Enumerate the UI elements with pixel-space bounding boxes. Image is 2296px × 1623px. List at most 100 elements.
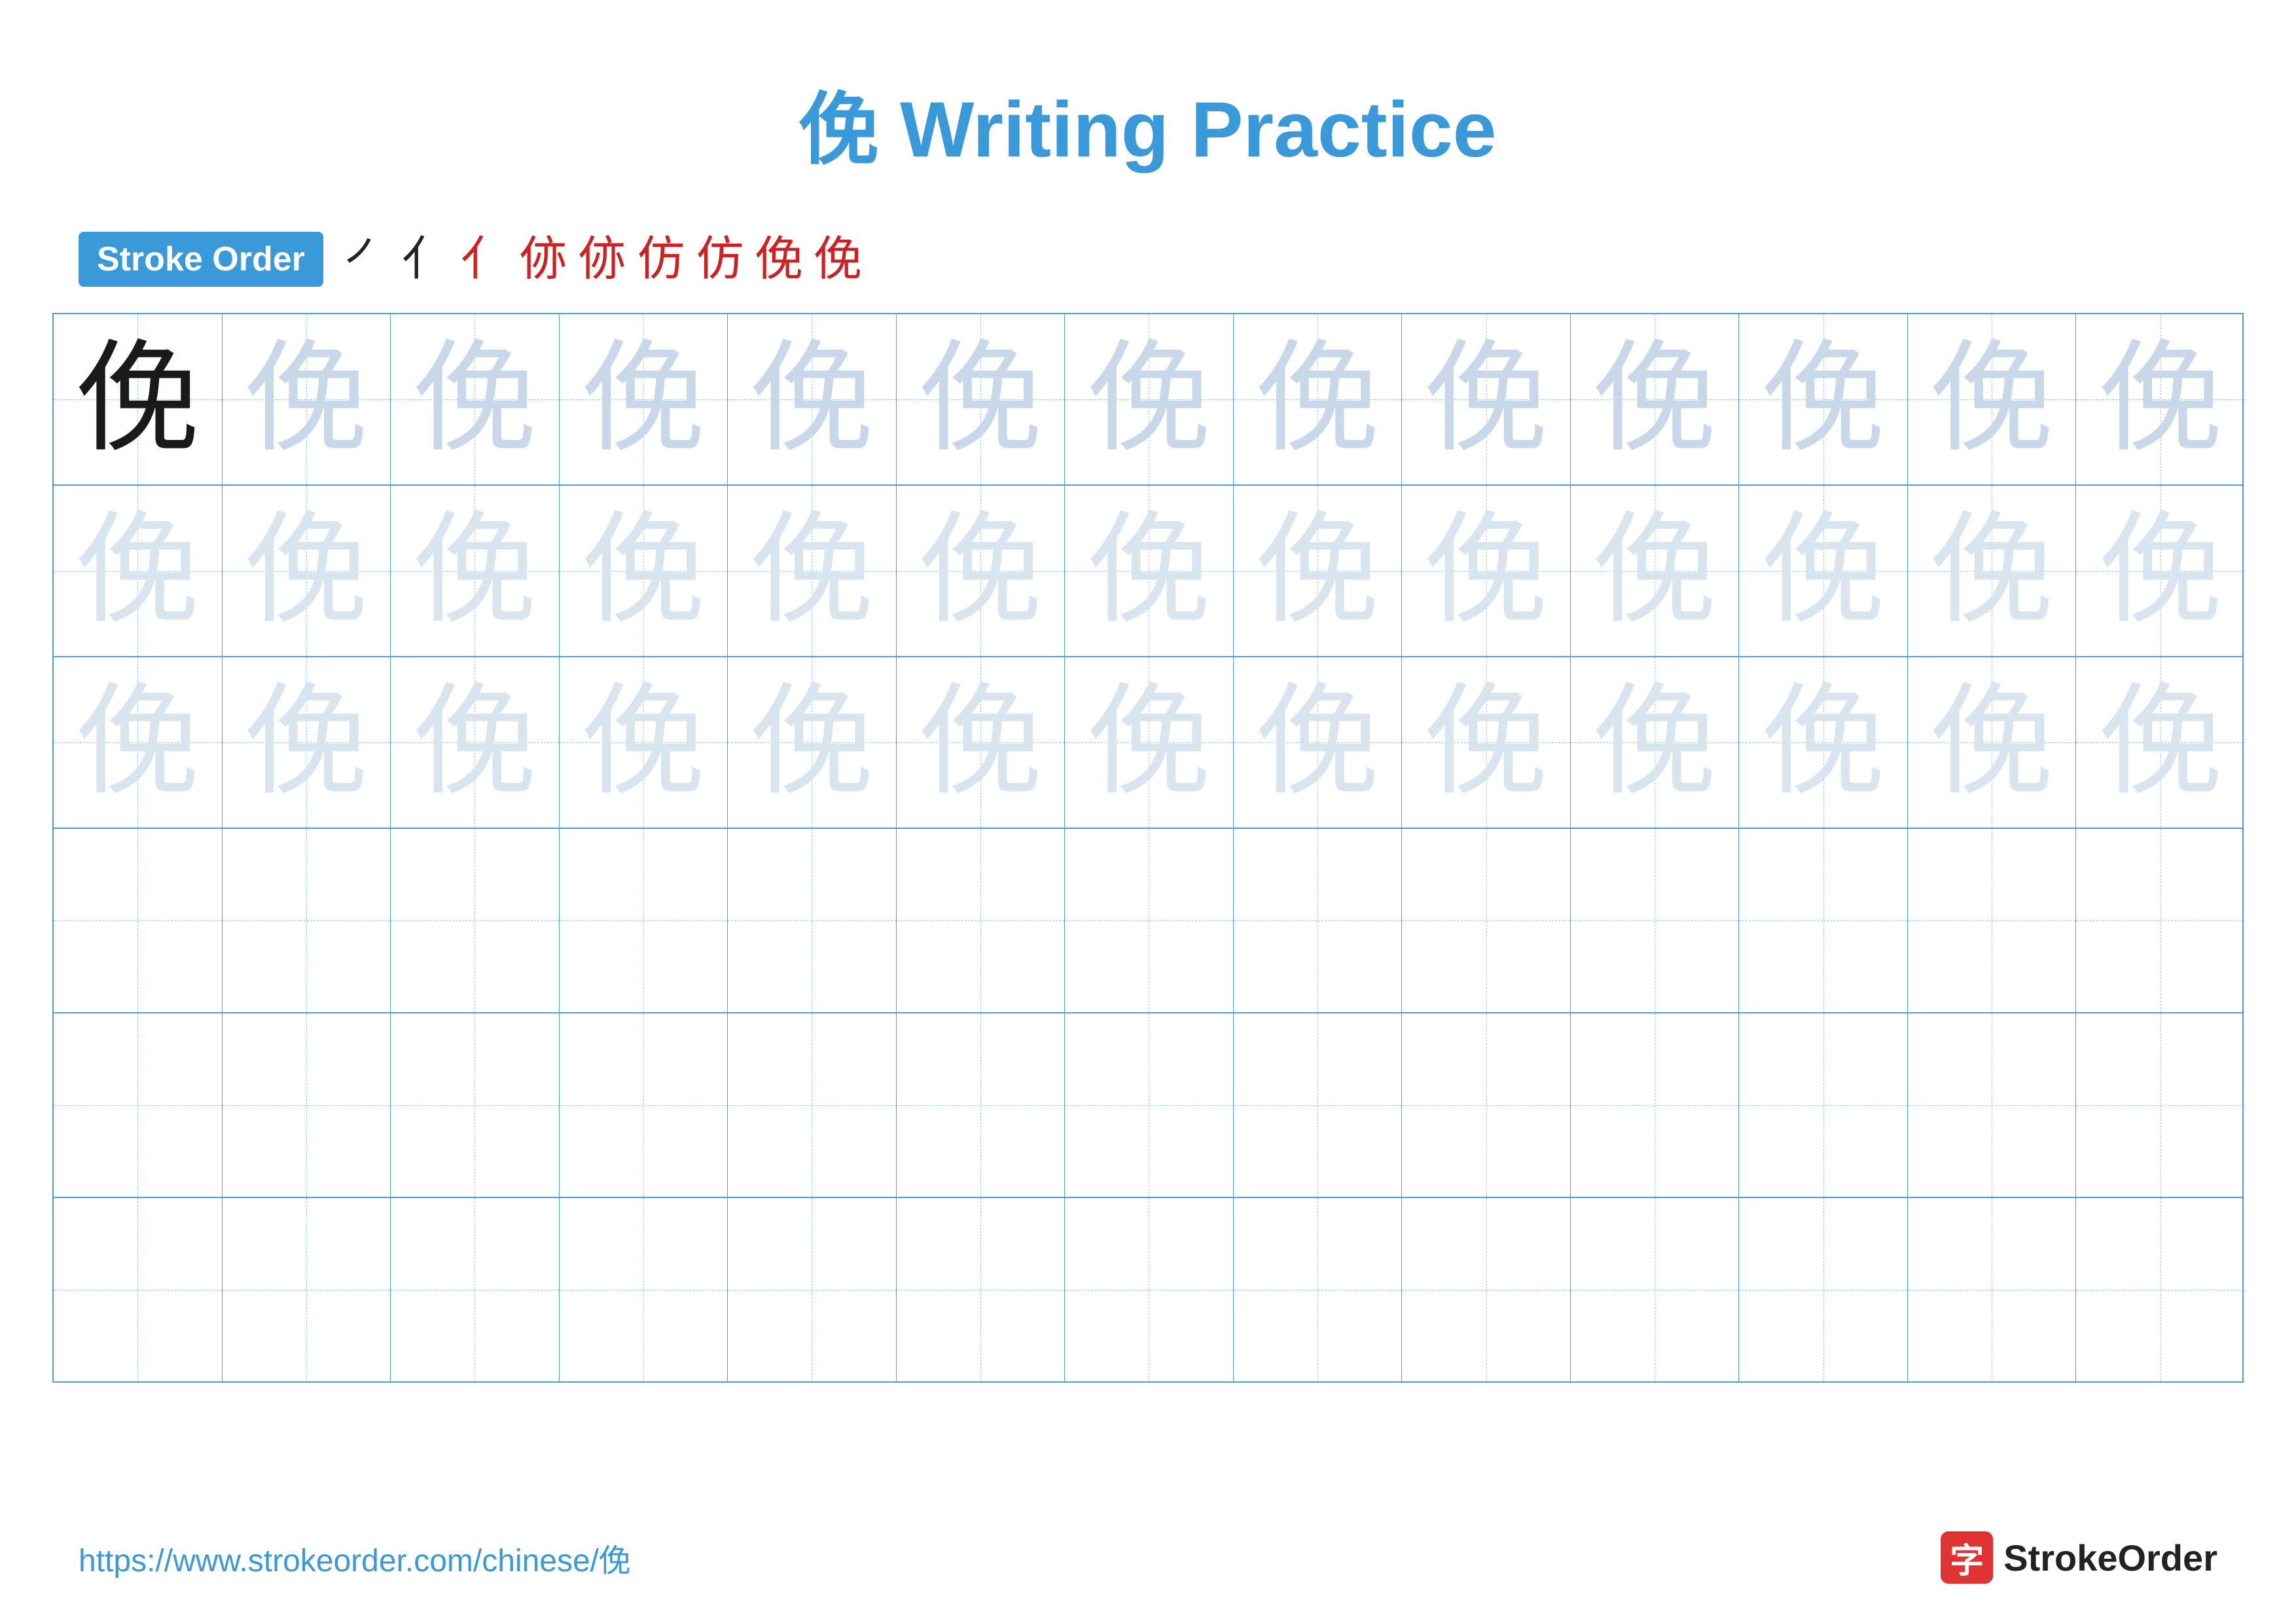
cell-1-5: 俛 <box>728 314 897 484</box>
cell-6-13[interactable] <box>2076 1198 2245 1381</box>
cell-4-2[interactable] <box>223 829 391 1012</box>
title-english: Writing Practice <box>878 86 1497 173</box>
cell-4-9[interactable] <box>1402 829 1571 1012</box>
cell-3-13: 俛 <box>2076 657 2245 828</box>
cell-1-4: 俛 <box>560 314 728 484</box>
cell-2-1: 俛 <box>54 486 223 656</box>
cell-6-10[interactable] <box>1571 1198 1740 1381</box>
cell-6-6[interactable] <box>897 1198 1066 1381</box>
stroke-7: 仿 <box>696 236 744 283</box>
logo-icon: 字 <box>1941 1531 1993 1584</box>
cell-2-9: 俛 <box>1402 486 1571 656</box>
footer-logo: 字 StrokeOrder <box>1941 1531 2217 1584</box>
cell-4-13[interactable] <box>2076 829 2245 1012</box>
cell-3-8: 俛 <box>1234 657 1403 828</box>
grid-row-4 <box>54 829 2242 1013</box>
cell-4-8[interactable] <box>1234 829 1403 1012</box>
cell-1-11: 俛 <box>1739 314 1908 484</box>
stroke-5: 㑊 <box>579 236 626 283</box>
cell-5-10[interactable] <box>1571 1013 1740 1197</box>
cell-4-5[interactable] <box>728 829 897 1012</box>
cell-4-7[interactable] <box>1065 829 1234 1012</box>
cell-1-2: 俛 <box>223 314 391 484</box>
cell-1-6: 俛 <box>897 314 1066 484</box>
cell-2-13: 俛 <box>2076 486 2245 656</box>
cell-5-11[interactable] <box>1739 1013 1908 1197</box>
stroke-sequence: ㇒ 亻 亻 㑊 㑊 仿 仿 俛 俛 <box>343 236 861 283</box>
cell-2-12: 俛 <box>1908 486 2077 656</box>
cell-6-8[interactable] <box>1234 1198 1403 1381</box>
cell-6-1[interactable] <box>54 1198 223 1381</box>
cell-4-6[interactable] <box>897 829 1066 1012</box>
cell-4-12[interactable] <box>1908 829 2077 1012</box>
cell-1-12: 俛 <box>1908 314 2077 484</box>
cell-6-7[interactable] <box>1065 1198 1234 1381</box>
stroke-6: 仿 <box>637 236 685 283</box>
cell-1-10: 俛 <box>1571 314 1740 484</box>
cell-3-9: 俛 <box>1402 657 1571 828</box>
stroke-4: 㑊 <box>520 236 567 283</box>
stroke-3: 亻 <box>461 236 508 283</box>
cell-1-9: 俛 <box>1402 314 1571 484</box>
cell-6-5[interactable] <box>728 1198 897 1381</box>
cell-6-9[interactable] <box>1402 1198 1571 1381</box>
stroke-2: 亻 <box>402 236 449 283</box>
logo-text: StrokeOrder <box>2003 1537 2217 1579</box>
cell-4-11[interactable] <box>1739 829 1908 1012</box>
page-title: 俛 Writing Practice <box>0 0 2296 219</box>
grid-row-6 <box>54 1198 2242 1381</box>
cell-5-4[interactable] <box>560 1013 728 1197</box>
cell-6-11[interactable] <box>1739 1198 1908 1381</box>
cell-3-10: 俛 <box>1571 657 1740 828</box>
stroke-1: ㇒ <box>343 236 390 283</box>
cell-6-2[interactable] <box>223 1198 391 1381</box>
cell-2-8: 俛 <box>1234 486 1403 656</box>
cell-2-10: 俛 <box>1571 486 1740 656</box>
title-chinese: 俛 <box>800 86 878 173</box>
cell-1-13: 俛 <box>2076 314 2245 484</box>
stroke-order-row: Stroke Order ㇒ 亻 亻 㑊 㑊 仿 仿 俛 俛 <box>0 219 2296 313</box>
grid-row-5 <box>54 1013 2242 1198</box>
grid-row-1: 俛 俛 俛 俛 俛 俛 俛 俛 俛 俛 俛 俛 俛 <box>54 314 2242 486</box>
cell-1-8: 俛 <box>1234 314 1403 484</box>
cell-5-5[interactable] <box>728 1013 897 1197</box>
cell-5-2[interactable] <box>223 1013 391 1197</box>
cell-4-3[interactable] <box>391 829 560 1012</box>
cell-3-4: 俛 <box>560 657 728 828</box>
cell-5-8[interactable] <box>1234 1013 1403 1197</box>
cell-3-12: 俛 <box>1908 657 2077 828</box>
cell-2-4: 俛 <box>560 486 728 656</box>
cell-4-4[interactable] <box>560 829 728 1012</box>
cell-6-3[interactable] <box>391 1198 560 1381</box>
footer-url: https://www.strokeorder.com/chinese/俛 <box>79 1535 630 1580</box>
stroke-8: 俛 <box>755 236 802 283</box>
cell-1-7: 俛 <box>1065 314 1234 484</box>
cell-5-6[interactable] <box>897 1013 1066 1197</box>
cell-5-1[interactable] <box>54 1013 223 1197</box>
cell-5-3[interactable] <box>391 1013 560 1197</box>
cell-5-13[interactable] <box>2076 1013 2245 1197</box>
cell-5-7[interactable] <box>1065 1013 1234 1197</box>
cell-5-9[interactable] <box>1402 1013 1571 1197</box>
cell-3-3: 俛 <box>391 657 560 828</box>
cell-6-12[interactable] <box>1908 1198 2077 1381</box>
footer: https://www.strokeorder.com/chinese/俛 字 … <box>0 1531 2296 1584</box>
cell-3-6: 俛 <box>897 657 1066 828</box>
cell-4-1[interactable] <box>54 829 223 1012</box>
cell-6-4[interactable] <box>560 1198 728 1381</box>
cell-5-12[interactable] <box>1908 1013 2077 1197</box>
cell-3-11: 俛 <box>1739 657 1908 828</box>
cell-1-3: 俛 <box>391 314 560 484</box>
cell-2-6: 俛 <box>897 486 1066 656</box>
cell-2-11: 俛 <box>1739 486 1908 656</box>
stroke-order-badge: Stroke Order <box>79 232 323 287</box>
grid-row-2: 俛 俛 俛 俛 俛 俛 俛 俛 俛 俛 俛 俛 俛 <box>54 486 2242 657</box>
grid-row-3: 俛 俛 俛 俛 俛 俛 俛 俛 俛 俛 俛 俛 俛 <box>54 657 2242 829</box>
cell-3-1: 俛 <box>54 657 223 828</box>
cell-2-5: 俛 <box>728 486 897 656</box>
cell-2-7: 俛 <box>1065 486 1234 656</box>
stroke-9: 俛 <box>814 236 861 283</box>
cell-2-3: 俛 <box>391 486 560 656</box>
cell-4-10[interactable] <box>1571 829 1740 1012</box>
cell-3-7: 俛 <box>1065 657 1234 828</box>
